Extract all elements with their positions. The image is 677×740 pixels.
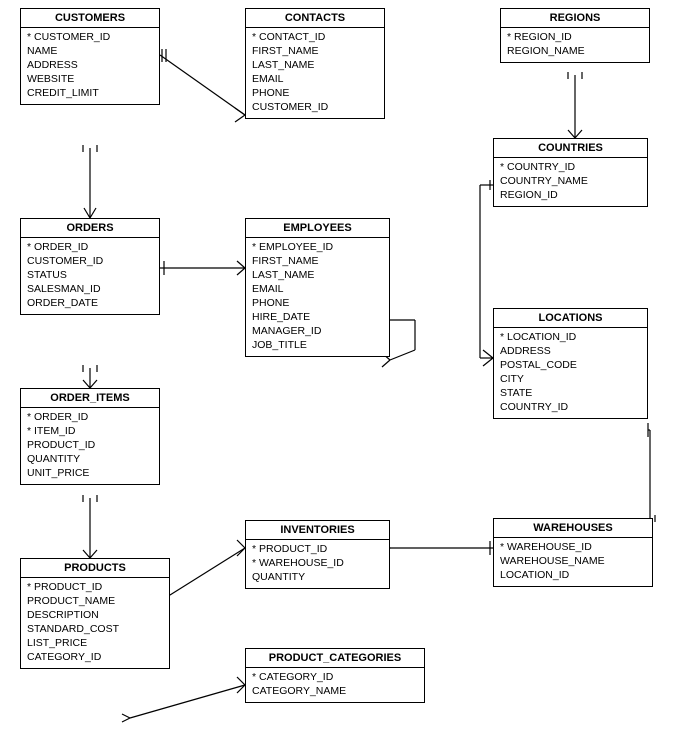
customers-field-2: ADDRESS	[25, 58, 155, 72]
order-items-field-4: UNIT_PRICE	[25, 466, 155, 480]
contacts-field-5: CUSTOMER_ID	[250, 100, 380, 114]
locations-field-5: COUNTRY_ID	[498, 400, 643, 414]
order-items-field-1: * ITEM_ID	[25, 424, 155, 438]
orders-field-4: ORDER_DATE	[25, 296, 155, 310]
locations-body: * LOCATION_ID ADDRESS POSTAL_CODE CITY S…	[494, 328, 647, 418]
employees-field-6: MANAGER_ID	[250, 324, 385, 338]
countries-body: * COUNTRY_ID COUNTRY_NAME REGION_ID	[494, 158, 647, 206]
employees-field-3: EMAIL	[250, 282, 385, 296]
employees-field-1: FIRST_NAME	[250, 254, 385, 268]
inventories-field-2: QUANTITY	[250, 570, 385, 584]
locations-header: LOCATIONS	[494, 309, 647, 328]
warehouses-field-1: WAREHOUSE_NAME	[498, 554, 648, 568]
contacts-field-1: FIRST_NAME	[250, 44, 380, 58]
warehouses-header: WAREHOUSES	[494, 519, 652, 538]
products-field-2: DESCRIPTION	[25, 608, 165, 622]
orders-body: * ORDER_ID CUSTOMER_ID STATUS SALESMAN_I…	[21, 238, 159, 314]
order-items-body: * ORDER_ID * ITEM_ID PRODUCT_ID QUANTITY…	[21, 408, 159, 484]
contacts-field-4: PHONE	[250, 86, 380, 100]
customers-field-0: * CUSTOMER_ID	[25, 30, 155, 44]
product-categories-table: PRODUCT_CATEGORIES * CATEGORY_ID CATEGOR…	[245, 648, 425, 703]
products-header: PRODUCTS	[21, 559, 169, 578]
products-table: PRODUCTS * PRODUCT_ID PRODUCT_NAME DESCR…	[20, 558, 170, 669]
regions-table: REGIONS * REGION_ID REGION_NAME	[500, 8, 650, 63]
locations-field-0: * LOCATION_ID	[498, 330, 643, 344]
orders-field-3: SALESMAN_ID	[25, 282, 155, 296]
contacts-body: * CONTACT_ID FIRST_NAME LAST_NAME EMAIL …	[246, 28, 384, 118]
employees-field-0: * EMPLOYEE_ID	[250, 240, 385, 254]
product-categories-body: * CATEGORY_ID CATEGORY_NAME	[246, 668, 424, 702]
regions-body: * REGION_ID REGION_NAME	[501, 28, 649, 62]
warehouses-field-0: * WAREHOUSE_ID	[498, 540, 648, 554]
customers-field-1: NAME	[25, 44, 155, 58]
countries-header: COUNTRIES	[494, 139, 647, 158]
orders-field-1: CUSTOMER_ID	[25, 254, 155, 268]
products-field-3: STANDARD_COST	[25, 622, 165, 636]
warehouses-field-2: LOCATION_ID	[498, 568, 648, 582]
locations-field-4: STATE	[498, 386, 643, 400]
employees-field-4: PHONE	[250, 296, 385, 310]
employees-field-7: JOB_TITLE	[250, 338, 385, 352]
customers-field-3: WEBSITE	[25, 72, 155, 86]
products-field-1: PRODUCT_NAME	[25, 594, 165, 608]
orders-field-0: * ORDER_ID	[25, 240, 155, 254]
employees-field-2: LAST_NAME	[250, 268, 385, 282]
orders-field-2: STATUS	[25, 268, 155, 282]
products-body: * PRODUCT_ID PRODUCT_NAME DESCRIPTION ST…	[21, 578, 169, 668]
warehouses-body: * WAREHOUSE_ID WAREHOUSE_NAME LOCATION_I…	[494, 538, 652, 586]
countries-field-1: COUNTRY_NAME	[498, 174, 643, 188]
countries-field-2: REGION_ID	[498, 188, 643, 202]
products-field-0: * PRODUCT_ID	[25, 580, 165, 594]
order-items-header: ORDER_ITEMS	[21, 389, 159, 408]
employees-table: EMPLOYEES * EMPLOYEE_ID FIRST_NAME LAST_…	[245, 218, 390, 357]
products-field-4: LIST_PRICE	[25, 636, 165, 650]
orders-table: ORDERS * ORDER_ID CUSTOMER_ID STATUS SAL…	[20, 218, 160, 315]
product-categories-field-0: * CATEGORY_ID	[250, 670, 420, 684]
contacts-field-0: * CONTACT_ID	[250, 30, 380, 44]
regions-field-1: REGION_NAME	[505, 44, 645, 58]
warehouses-table: WAREHOUSES * WAREHOUSE_ID WAREHOUSE_NAME…	[493, 518, 653, 587]
locations-field-2: POSTAL_CODE	[498, 358, 643, 372]
customers-table: CUSTOMERS * CUSTOMER_ID NAME ADDRESS WEB…	[20, 8, 160, 105]
locations-field-3: CITY	[498, 372, 643, 386]
employees-header: EMPLOYEES	[246, 219, 389, 238]
contacts-header: CONTACTS	[246, 9, 384, 28]
regions-field-0: * REGION_ID	[505, 30, 645, 44]
inventories-field-0: * PRODUCT_ID	[250, 542, 385, 556]
locations-field-1: ADDRESS	[498, 344, 643, 358]
inventories-body: * PRODUCT_ID * WAREHOUSE_ID QUANTITY	[246, 540, 389, 588]
product-categories-header: PRODUCT_CATEGORIES	[246, 649, 424, 668]
inventories-table: INVENTORIES * PRODUCT_ID * WAREHOUSE_ID …	[245, 520, 390, 589]
customers-body: * CUSTOMER_ID NAME ADDRESS WEBSITE CREDI…	[21, 28, 159, 104]
contacts-field-3: EMAIL	[250, 72, 380, 86]
countries-table: COUNTRIES * COUNTRY_ID COUNTRY_NAME REGI…	[493, 138, 648, 207]
order-items-field-0: * ORDER_ID	[25, 410, 155, 424]
customers-field-4: CREDIT_LIMIT	[25, 86, 155, 100]
products-field-5: CATEGORY_ID	[25, 650, 165, 664]
order-items-table: ORDER_ITEMS * ORDER_ID * ITEM_ID PRODUCT…	[20, 388, 160, 485]
customers-header: CUSTOMERS	[21, 9, 159, 28]
order-items-field-2: PRODUCT_ID	[25, 438, 155, 452]
locations-table: LOCATIONS * LOCATION_ID ADDRESS POSTAL_C…	[493, 308, 648, 419]
inventories-field-1: * WAREHOUSE_ID	[250, 556, 385, 570]
er-diagram: CUSTOMERS * CUSTOMER_ID NAME ADDRESS WEB…	[0, 0, 677, 740]
employees-field-5: HIRE_DATE	[250, 310, 385, 324]
product-categories-field-1: CATEGORY_NAME	[250, 684, 420, 698]
inventories-header: INVENTORIES	[246, 521, 389, 540]
contacts-field-2: LAST_NAME	[250, 58, 380, 72]
employees-body: * EMPLOYEE_ID FIRST_NAME LAST_NAME EMAIL…	[246, 238, 389, 356]
contacts-table: CONTACTS * CONTACT_ID FIRST_NAME LAST_NA…	[245, 8, 385, 119]
orders-header: ORDERS	[21, 219, 159, 238]
countries-field-0: * COUNTRY_ID	[498, 160, 643, 174]
regions-header: REGIONS	[501, 9, 649, 28]
order-items-field-3: QUANTITY	[25, 452, 155, 466]
